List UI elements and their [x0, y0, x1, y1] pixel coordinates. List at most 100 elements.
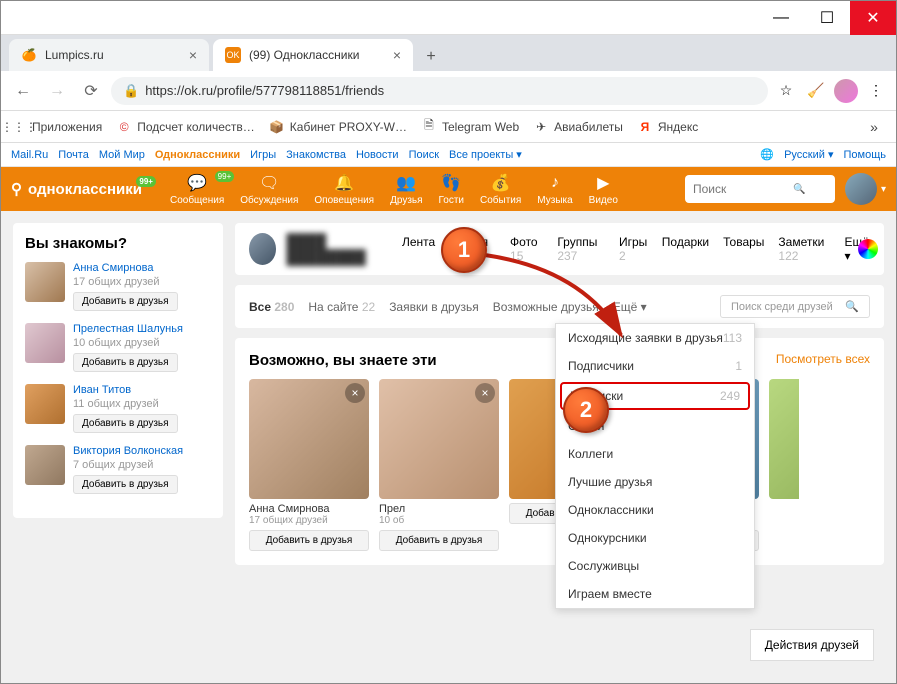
add-friend-button[interactable]: Добавить в друзья: [73, 414, 178, 433]
suggestion-name[interactable]: Иван Титов: [73, 384, 178, 396]
filter-requests[interactable]: Заявки в друзья: [389, 300, 479, 314]
dropdown-item[interactable]: Лучшие друзья: [556, 468, 754, 496]
nav-notifications[interactable]: 🔔Оповещения: [306, 173, 382, 206]
back-button[interactable]: ←: [9, 77, 37, 105]
nav-friends[interactable]: 👥Друзья: [382, 173, 430, 206]
dropdown-item[interactable]: Сослуживцы: [556, 552, 754, 580]
profile-tab[interactable]: Подарки: [662, 235, 709, 263]
dropdown-item[interactable]: Коллеги: [556, 440, 754, 468]
profile-tab[interactable]: Товары: [723, 235, 764, 263]
suggestion-name[interactable]: Прелестная Шалунья: [73, 323, 183, 335]
profile-avatar-icon[interactable]: [834, 79, 858, 103]
avatar[interactable]: [25, 323, 65, 363]
card-name[interactable]: Анна Смирнова: [249, 503, 369, 515]
bookmark-item[interactable]: ✈Авиабилеты: [533, 119, 623, 135]
add-friend-button[interactable]: Добавить в друзья: [249, 530, 369, 551]
suggestion-item: Анна Смирнова 17 общих друзей Добавить в д…: [25, 262, 211, 311]
filter-online[interactable]: На сайте 22: [308, 300, 375, 314]
filter-more[interactable]: Ещё ▾: [613, 300, 647, 314]
card-name[interactable]: Прел: [379, 503, 499, 515]
dropdown-item[interactable]: Подписчики1: [556, 352, 754, 380]
tab-close-icon[interactable]: ×: [393, 47, 401, 63]
color-picker-icon[interactable]: [858, 239, 878, 259]
filter-possible[interactable]: Возможные друзья: [493, 300, 599, 314]
add-friend-button[interactable]: Добавить в друзья: [379, 530, 499, 551]
profile-avatar[interactable]: [249, 233, 276, 265]
card-avatar[interactable]: ×: [769, 379, 799, 499]
apps-icon: ⋮⋮⋮: [11, 119, 27, 135]
view-all-link[interactable]: Посмотреть всех: [776, 352, 870, 369]
close-icon[interactable]: ×: [475, 383, 495, 403]
mailru-link-active[interactable]: Одноклассники: [155, 149, 240, 161]
bookmark-item[interactable]: 📦Кабинет PROXY-W…: [269, 119, 407, 135]
avatar[interactable]: [25, 384, 65, 424]
bookmark-item[interactable]: ЯЯндекс: [637, 119, 698, 135]
extension-icon[interactable]: 🧹: [804, 79, 828, 103]
search-icon[interactable]: 🔍: [793, 184, 805, 195]
mailru-link[interactable]: Новости: [356, 149, 399, 161]
add-friend-button[interactable]: Добавить в друзья: [73, 353, 178, 372]
friends-actions-box[interactable]: Действия друзей: [750, 629, 874, 661]
chevron-down-icon[interactable]: ▾: [881, 184, 886, 195]
reload-button[interactable]: ⟳: [77, 77, 105, 105]
language-selector[interactable]: Русский ▾: [784, 148, 833, 161]
profile-tab[interactable]: Фото 15: [510, 235, 543, 263]
filter-all[interactable]: Все 280: [249, 300, 294, 314]
url-input[interactable]: 🔒 https://ok.ru/profile/577798118851/fri…: [111, 77, 768, 105]
window-close[interactable]: ✕: [850, 1, 896, 35]
globe-icon: 🌐: [760, 148, 774, 161]
profile-tab[interactable]: Лента: [402, 235, 435, 263]
dropdown-item[interactable]: Исходящие заявки в друзья113: [556, 324, 754, 352]
profile-tab[interactable]: Группы 237: [557, 235, 605, 263]
mailru-link[interactable]: Почта: [58, 149, 89, 161]
bookmark-icon: 📦: [269, 119, 285, 135]
ok-logo[interactable]: ⚲ одноклассники 99+: [11, 180, 142, 198]
add-friend-button[interactable]: Добавить в друзья: [73, 292, 178, 311]
tab-close-icon[interactable]: ×: [189, 47, 197, 63]
profile-tab[interactable]: Игры 2: [619, 235, 648, 263]
forward-button[interactable]: →: [43, 77, 71, 105]
mailru-link[interactable]: Mail.Ru: [11, 149, 48, 161]
star-icon[interactable]: ☆: [774, 79, 798, 103]
dropdown-item[interactable]: Одноклассники: [556, 496, 754, 524]
bookmark-item[interactable]: 🗎Telegram Web: [421, 119, 519, 135]
browser-tab[interactable]: 🍊 Lumpics.ru ×: [9, 39, 209, 71]
mailru-link[interactable]: Знакомства: [286, 149, 346, 161]
search-input[interactable]: [693, 182, 793, 196]
user-avatar[interactable]: [845, 173, 877, 205]
notification-badge: 99+: [136, 176, 156, 187]
nav-messages[interactable]: 💬Сообщения99+: [162, 173, 232, 206]
help-link[interactable]: Помощь: [844, 149, 887, 161]
mailru-link[interactable]: Все проекты ▾: [449, 148, 522, 161]
suggestion-name[interactable]: Анна Смирнова: [73, 262, 178, 274]
ok-search[interactable]: 🔍: [685, 175, 835, 203]
nav-events[interactable]: 💰События: [472, 173, 529, 206]
nav-discussions[interactable]: 🗨Обсуждения: [232, 173, 306, 206]
bookmark-apps[interactable]: ⋮⋮⋮Приложения: [11, 119, 102, 135]
card-avatar[interactable]: ×: [379, 379, 499, 499]
menu-icon[interactable]: ⋮: [864, 79, 888, 103]
nav-guests[interactable]: 👣Гости: [431, 173, 472, 206]
mailru-link[interactable]: Поиск: [409, 149, 439, 161]
window-minimize[interactable]: —: [758, 1, 804, 35]
dropdown-item[interactable]: Играем вместе: [556, 580, 754, 608]
avatar[interactable]: [25, 262, 65, 302]
add-friend-button[interactable]: Добавить в друзья: [73, 475, 178, 494]
dropdown-item[interactable]: Однокурсники: [556, 524, 754, 552]
friends-search[interactable]: Поиск среди друзей 🔍: [720, 295, 870, 318]
bookmarks-overflow[interactable]: »: [862, 115, 886, 139]
suggestion-name[interactable]: Виктория Волконская: [73, 445, 183, 457]
browser-tab-active[interactable]: OK (99) Одноклассники ×: [213, 39, 413, 71]
nav-music[interactable]: ♪Музыка: [529, 173, 580, 206]
bookmark-item[interactable]: ©Подсчет количеств…: [116, 119, 255, 135]
mutual-friends: 17 общих друзей: [73, 276, 178, 288]
avatar[interactable]: [25, 445, 65, 485]
window-maximize[interactable]: ☐: [804, 1, 850, 35]
card-avatar[interactable]: ×: [249, 379, 369, 499]
close-icon[interactable]: ×: [345, 383, 365, 403]
new-tab-button[interactable]: +: [417, 43, 445, 71]
mailru-link[interactable]: Игры: [250, 149, 276, 161]
mailru-link[interactable]: Мой Мир: [99, 149, 145, 161]
nav-video[interactable]: ▶Видео: [581, 173, 626, 206]
profile-tab[interactable]: Заметки 122: [778, 235, 830, 263]
